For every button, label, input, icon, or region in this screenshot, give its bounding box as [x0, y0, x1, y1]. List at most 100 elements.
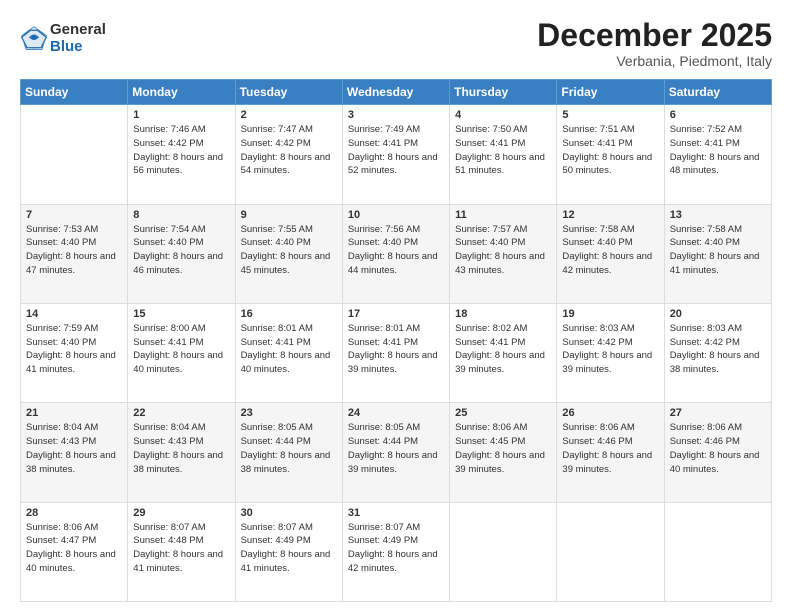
calendar-cell: 29Sunrise: 8:07 AMSunset: 4:48 PMDayligh… [128, 502, 235, 601]
day-info: Sunrise: 7:47 AMSunset: 4:42 PMDaylight:… [241, 123, 337, 178]
calendar-header-tuesday: Tuesday [235, 80, 342, 105]
sunset-text: Sunset: 4:44 PM [241, 436, 311, 447]
daylight-text: Daylight: 8 hours and 42 minutes. [562, 251, 652, 276]
sunset-text: Sunset: 4:40 PM [348, 237, 418, 248]
day-info: Sunrise: 8:06 AMSunset: 4:46 PMDaylight:… [670, 421, 766, 476]
day-info: Sunrise: 7:46 AMSunset: 4:42 PMDaylight:… [133, 123, 229, 178]
calendar-cell: 5 Sunrise: 7:51 AMSunset: 4:41 PMDaylight… [557, 105, 664, 204]
day-info: Sunrise: 7:58 AMSunset: 4:40 PMDaylight:… [670, 223, 766, 278]
day-number: 1 [133, 109, 229, 121]
calendar-header-sunday: Sunday [21, 80, 128, 105]
calendar-week-4: 21Sunrise: 8:04 AMSunset: 4:43 PMDayligh… [21, 403, 772, 502]
daylight-text: Daylight: 8 hours and 43 minutes. [455, 251, 545, 276]
sunrise-text: Sunrise: 8:01 AM [348, 323, 420, 334]
calendar-cell: 17 Sunrise: 8:01 AM Sunset: 4:41 PM Dayligh… [342, 303, 449, 402]
day-number: 2 [241, 109, 337, 121]
sunrise-text: Sunrise: 7:54 AM [133, 224, 205, 235]
calendar-cell: 25Sunrise: 8:06 AMSunset: 4:45 PMDayligh… [450, 403, 557, 502]
sunset-text: Sunset: 4:41 PM [241, 337, 311, 348]
day-info: Sunrise: 8:06 AMSunset: 4:47 PMDaylight:… [26, 521, 122, 576]
calendar-header-wednesday: Wednesday [342, 80, 449, 105]
daylight-text: Daylight: 8 hours and 47 minutes. [26, 251, 116, 276]
day-number: 23 [241, 407, 337, 419]
daylight-text: Daylight: 8 hours and 39 minutes. [562, 450, 652, 475]
sunset-text: Sunset: 4:40 PM [562, 237, 632, 248]
day-info: Sunrise: 7:54 AMSunset: 4:40 PMDaylight:… [133, 223, 229, 278]
calendar-cell [21, 105, 128, 204]
day-number: 17 [348, 308, 444, 320]
daylight-text: Daylight: 8 hours and 38 minutes. [26, 450, 116, 475]
sunrise-text: Sunrise: 8:01 AM [241, 323, 313, 334]
sunrise-text: Sunrise: 8:00 AM [133, 323, 205, 334]
sunset-text: Sunset: 4:41 PM [348, 337, 418, 348]
calendar-cell: 18Sunrise: 8:02 AMSunset: 4:41 PMDayligh… [450, 303, 557, 402]
day-number: 28 [26, 507, 122, 519]
sunrise-text: Sunrise: 8:06 AM [455, 422, 527, 433]
day-number: 3 [348, 109, 444, 121]
day-number: 4 [455, 109, 551, 121]
day-number: 20 [670, 308, 766, 320]
day-info: Sunrise: 8:00 AMSunset: 4:41 PMDaylight:… [133, 322, 229, 377]
daylight-text: Daylight: 8 hours and 38 minutes. [133, 450, 223, 475]
logo-icon [20, 25, 48, 53]
sunrise-text: Sunrise: 7:56 AM [348, 224, 420, 235]
sunrise-text: Sunrise: 8:07 AM [241, 522, 313, 533]
calendar-cell: 12Sunrise: 7:58 AMSunset: 4:40 PMDayligh… [557, 204, 664, 303]
sunrise-text: Sunrise: 7:47 AM [241, 124, 313, 135]
calendar-cell: 23Sunrise: 8:05 AMSunset: 4:44 PMDayligh… [235, 403, 342, 502]
calendar-header-monday: Monday [128, 80, 235, 105]
calendar-header-row: SundayMondayTuesdayWednesdayThursdayFrid… [21, 80, 772, 105]
calendar-cell: 16Sunrise: 8:01 AMSunset: 4:41 PMDayligh… [235, 303, 342, 402]
calendar-table: SundayMondayTuesdayWednesdayThursdayFrid… [20, 79, 772, 602]
day-info: Sunrise: 7:56 AMSunset: 4:40 PMDaylight:… [348, 223, 444, 278]
day-info: Sunrise: 7:58 AMSunset: 4:40 PMDaylight:… [562, 223, 658, 278]
day-info: Sunrise: 8:07 AMSunset: 4:49 PMDaylight:… [348, 521, 444, 576]
day-info: Sunrise: 7:57 AM Sunset: 4:40 PM Daylight:… [455, 223, 551, 278]
day-info: Sunrise: 8:01 AM Sunset: 4:41 PM Daylight:… [241, 322, 337, 377]
sunset-text: Sunset: 4:40 PM [455, 237, 525, 248]
logo-blue-text: Blue [50, 39, 106, 56]
daylight-text: Daylight: 8 hours and 50 minutes. [562, 152, 652, 177]
calendar-cell: 21Sunrise: 8:04 AMSunset: 4:43 PMDayligh… [21, 403, 128, 502]
header: General Blue December 2025 Verbania, Pie… [20, 18, 772, 69]
day-number: 5 [562, 109, 658, 121]
day-info: Sunrise: 8:04 AMSunset: 4:43 PMDaylight:… [26, 421, 122, 476]
calendar-cell: 15Sunrise: 8:00 AMSunset: 4:41 PMDayligh… [128, 303, 235, 402]
day-number: 25 [455, 407, 551, 419]
sunset-text: Sunset: 4:40 PM [26, 237, 96, 248]
calendar-cell: 8Sunrise: 7:54 AMSunset: 4:40 PMDaylight… [128, 204, 235, 303]
daylight-text: Daylight: 8 hours and 39 minutes. [348, 350, 438, 375]
sunset-text: Sunset: 4:41 PM [133, 337, 203, 348]
day-info: Sunrise: 7:51 AMSunset: 4:41 PMDaylight:… [562, 123, 658, 178]
calendar-week-1: 1 Sunrise: 7:46 AMSunset: 4:42 PMDaylight… [21, 105, 772, 204]
day-info: Sunrise: 8:03 AMSunset: 4:42 PMDaylight:… [670, 322, 766, 377]
calendar-week-5: 28 Sunrise: 8:06 AMSunset: 4:47 PMDayligh… [21, 502, 772, 601]
day-number: 27 [670, 407, 766, 419]
calendar-cell: 19Sunrise: 8:03 AMSunset: 4:42 PMDayligh… [557, 303, 664, 402]
calendar-cell: 3Sunrise: 7:49 AMSunset: 4:41 PMDaylight… [342, 105, 449, 204]
sunrise-text: Sunrise: 7:53 AM [26, 224, 98, 235]
calendar-cell: 31Sunrise: 8:07 AMSunset: 4:49 PMDayligh… [342, 502, 449, 601]
sunrise-text: Sunrise: 7:57 AM [455, 224, 527, 235]
calendar-cell: 14Sunrise: 7:59 AMSunset: 4:40 PMDayligh… [21, 303, 128, 402]
daylight-text: Daylight: 8 hours and 40 minutes. [241, 350, 331, 375]
calendar-cell: 30Sunrise: 8:07 AMSunset: 4:49 PMDayligh… [235, 502, 342, 601]
day-number: 14 [26, 308, 122, 320]
daylight-text: Daylight: 8 hours and 41 minutes. [241, 549, 331, 574]
daylight-text: Daylight: 8 hours and 54 minutes. [241, 152, 331, 177]
calendar-cell: 13Sunrise: 7:58 AMSunset: 4:40 PMDayligh… [664, 204, 771, 303]
sunset-text: Sunset: 4:41 PM [670, 138, 740, 149]
day-info: Sunrise: 8:07 AMSunset: 4:48 PMDaylight:… [133, 521, 229, 576]
calendar-week-3: 14Sunrise: 7:59 AMSunset: 4:40 PMDayligh… [21, 303, 772, 402]
day-number: 10 [348, 209, 444, 221]
daylight-text: Daylight: 8 hours and 41 minutes. [670, 251, 760, 276]
daylight-text: Daylight: 8 hours and 38 minutes. [670, 350, 760, 375]
sunset-text: Sunset: 4:46 PM [670, 436, 740, 447]
day-info: Sunrise: 7:53 AM Sunset: 4:40 PM Daylight:… [26, 223, 122, 278]
calendar-cell: 9Sunrise: 7:55 AMSunset: 4:40 PMDaylight… [235, 204, 342, 303]
calendar-cell: 1 Sunrise: 7:46 AMSunset: 4:42 PMDaylight… [128, 105, 235, 204]
sunrise-text: Sunrise: 7:50 AM [455, 124, 527, 135]
calendar-cell: 10Sunrise: 7:56 AMSunset: 4:40 PMDayligh… [342, 204, 449, 303]
sunrise-text: Sunrise: 8:06 AM [670, 422, 742, 433]
daylight-text: Daylight: 8 hours and 46 minutes. [133, 251, 223, 276]
